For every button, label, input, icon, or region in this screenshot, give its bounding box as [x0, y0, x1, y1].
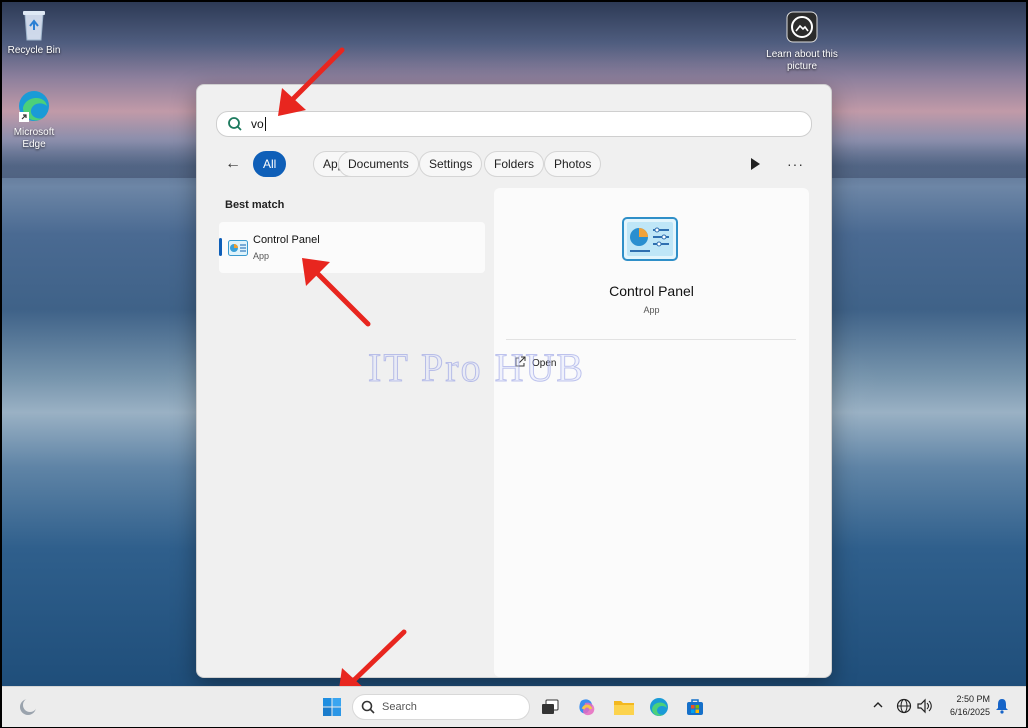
filter-chip-all[interactable]: All — [253, 151, 287, 177]
recycle-bin-shortcut[interactable]: Recycle Bin — [2, 6, 66, 57]
taskbar: Search 2:50 PM 6/16/2025 — [2, 686, 1026, 727]
more-options-icon[interactable]: ··· — [787, 156, 804, 172]
result-title: Control Panel — [253, 234, 320, 246]
detail-title: Control Panel — [609, 283, 694, 299]
control-panel-icon — [228, 240, 248, 259]
learn-picture-shortcut[interactable]: Learn about this picture — [766, 10, 838, 73]
taskbar-search-icon — [361, 700, 375, 717]
notification-bell-icon[interactable] — [995, 698, 1009, 718]
result-subtitle: App — [253, 251, 270, 261]
search-icon — [227, 116, 243, 135]
best-match-heading: Best match — [225, 199, 285, 211]
volume-icon[interactable] — [916, 698, 934, 718]
clock-date: 6/16/2025 — [949, 707, 990, 717]
file-explorer-icon[interactable] — [613, 697, 634, 717]
back-arrow-icon[interactable]: ← — [221, 153, 245, 175]
clock-time: 2:50 PM — [956, 694, 990, 704]
chevron-up-icon[interactable] — [872, 699, 884, 719]
copilot-icon[interactable] — [577, 697, 597, 717]
filter-chip-photos[interactable]: Photos — [544, 151, 602, 177]
microsoft-store-icon[interactable] — [685, 697, 705, 717]
start-button[interactable] — [322, 697, 342, 717]
filter-chip-documents[interactable]: Documents — [338, 151, 419, 177]
detail-subtitle: App — [643, 305, 660, 315]
control-panel-large-icon — [622, 217, 678, 264]
annotation-arrow-search — [278, 47, 345, 116]
search-query-text: vo — [251, 117, 264, 131]
camera-icon — [785, 10, 819, 46]
edge-label: Microsoft Edge — [13, 127, 55, 150]
network-globe-icon[interactable] — [896, 698, 912, 718]
watermark-text: IT Pro HUB — [367, 345, 586, 391]
annotation-arrow-result — [302, 258, 371, 327]
recycle-bin-icon — [17, 6, 51, 42]
widgets-icon[interactable] — [18, 697, 38, 717]
detail-divider — [506, 339, 796, 340]
taskbar-search-placeholder: Search — [382, 701, 417, 713]
taskbar-search-box[interactable]: Search — [352, 694, 530, 720]
play-icon[interactable] — [749, 157, 761, 171]
filter-chip-folders[interactable]: Folders — [484, 151, 545, 177]
text-caret — [264, 117, 266, 131]
edge-icon — [17, 88, 51, 124]
clock-area[interactable]: 2:50 PM 6/16/2025 — [940, 693, 990, 719]
recycle-bin-label: Recycle Bin — [7, 45, 61, 56]
taskbar-edge-icon[interactable] — [649, 697, 669, 717]
selection-indicator — [219, 238, 222, 256]
filter-chip-settings[interactable]: Settings — [419, 151, 483, 177]
windows-logo-icon — [323, 698, 341, 716]
task-view-icon[interactable] — [540, 697, 560, 717]
learn-picture-label: Learn about this picture — [766, 49, 838, 72]
result-detail-pane: Control Panel App Open — [494, 188, 809, 677]
edge-shortcut[interactable]: Microsoft Edge — [2, 88, 66, 151]
